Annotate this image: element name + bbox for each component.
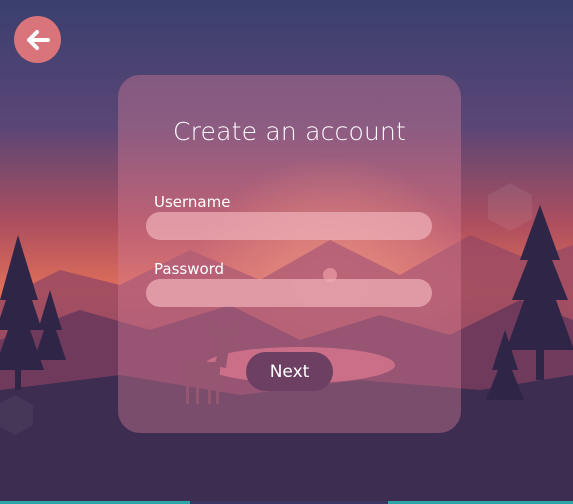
username-label: Username <box>154 193 231 211</box>
username-input[interactable] <box>146 212 432 240</box>
next-button[interactable]: Next <box>246 352 333 391</box>
form-title: Create an account <box>172 117 407 146</box>
password-label: Password <box>154 260 225 278</box>
back-button[interactable] <box>14 16 61 63</box>
password-input[interactable] <box>146 279 432 307</box>
arrow-left-icon <box>26 29 50 50</box>
signup-card: Create an account Username Password Next <box>118 75 461 433</box>
